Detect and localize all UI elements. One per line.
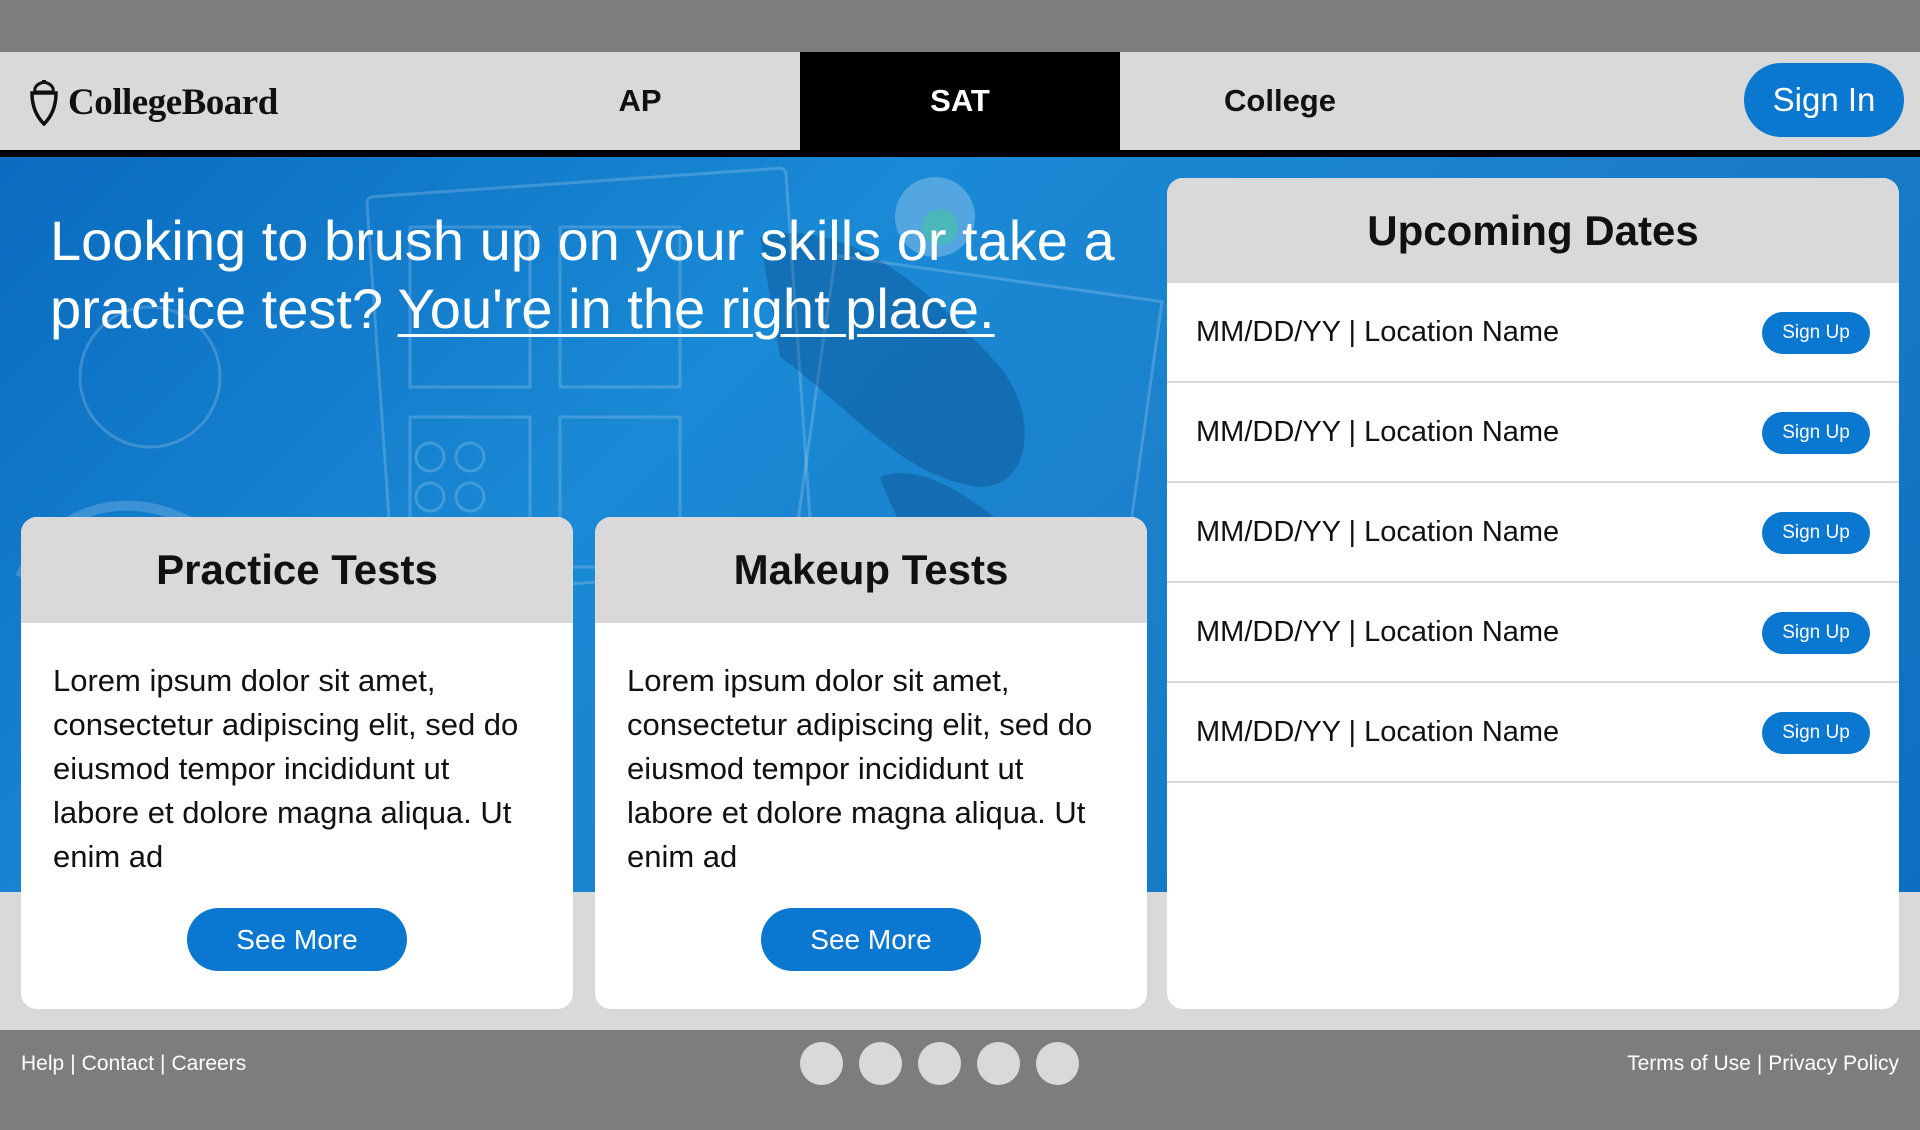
date-row: MM/DD/YY | Location Name Sign Up — [1167, 283, 1899, 383]
top-strip — [0, 0, 1920, 52]
footer-separator: | — [1756, 1052, 1763, 1075]
date-row: MM/DD/YY | Location Name Sign Up — [1167, 583, 1899, 683]
see-more-button[interactable]: See More — [187, 908, 407, 971]
footer-separator: | — [70, 1052, 76, 1075]
footer-separator: | — [160, 1052, 166, 1075]
sign-up-button[interactable]: Sign Up — [1762, 512, 1870, 554]
date-row: MM/DD/YY | Location Name Sign Up — [1167, 483, 1899, 583]
makeup-tests-card: Makeup Tests Lorem ipsum dolor sit amet,… — [595, 517, 1147, 1009]
social-dot-icon[interactable] — [977, 1042, 1020, 1085]
date-location: MM/DD/YY | Location Name — [1196, 415, 1560, 448]
sign-up-button[interactable]: Sign Up — [1762, 612, 1870, 654]
navbar: CollegeBoard AP SAT College Sign In — [0, 52, 1920, 150]
footer: Help | Contact | Careers Terms of Use | … — [0, 1030, 1920, 1130]
see-more-button[interactable]: See More — [761, 908, 981, 971]
logo-text: CollegeBoard — [68, 81, 278, 123]
social-dot-icon[interactable] — [918, 1042, 961, 1085]
acorn-icon — [30, 80, 58, 126]
footer-link-privacy[interactable]: Privacy Policy — [1768, 1052, 1899, 1076]
card-body: Lorem ipsum dolor sit amet, consectetur … — [53, 663, 519, 874]
card-title: Makeup Tests — [595, 517, 1147, 623]
tab-ap[interactable]: AP — [480, 52, 800, 150]
footer-link-terms[interactable]: Terms of Use — [1627, 1052, 1751, 1076]
collegeboard-logo[interactable]: CollegeBoard — [26, 74, 278, 130]
practice-tests-card: Practice Tests Lorem ipsum dolor sit ame… — [21, 517, 573, 1009]
card-body: Lorem ipsum dolor sit amet, consectetur … — [627, 663, 1093, 874]
sign-up-button[interactable]: Sign Up — [1762, 312, 1870, 354]
hero-headline: Looking to brush up on your skills or ta… — [50, 207, 1150, 343]
date-row: MM/DD/YY | Location Name Sign Up — [1167, 383, 1899, 483]
tab-sat[interactable]: SAT — [800, 52, 1120, 150]
social-dot-icon[interactable] — [1036, 1042, 1079, 1085]
date-location: MM/DD/YY | Location Name — [1196, 315, 1560, 348]
date-row: MM/DD/YY | Location Name Sign Up — [1167, 683, 1899, 783]
footer-link-careers[interactable]: Careers — [172, 1052, 247, 1076]
upcoming-dates-panel: Upcoming Dates MM/DD/YY | Location Name … — [1167, 178, 1899, 1009]
social-dot-icon[interactable] — [800, 1042, 843, 1085]
card-title: Practice Tests — [21, 517, 573, 623]
date-location: MM/DD/YY | Location Name — [1196, 615, 1560, 648]
date-location: MM/DD/YY | Location Name — [1196, 515, 1560, 548]
hero-headline-link[interactable]: You're in the right place. — [398, 277, 995, 340]
sign-in-button[interactable]: Sign In — [1744, 63, 1904, 137]
social-dot-icon[interactable] — [859, 1042, 902, 1085]
sign-up-button[interactable]: Sign Up — [1762, 712, 1870, 754]
date-location: MM/DD/YY | Location Name — [1196, 715, 1560, 748]
footer-link-contact[interactable]: Contact — [82, 1052, 154, 1076]
footer-link-help[interactable]: Help — [21, 1052, 64, 1076]
upcoming-dates-title: Upcoming Dates — [1167, 178, 1899, 283]
tab-college[interactable]: College — [1120, 52, 1440, 150]
footer-links-right: Terms of Use | Privacy Policy — [1627, 1052, 1899, 1076]
navbar-divider — [0, 150, 1920, 157]
footer-links-left: Help | Contact | Careers — [21, 1052, 246, 1076]
social-links — [800, 1042, 1079, 1085]
sign-up-button[interactable]: Sign Up — [1762, 412, 1870, 454]
